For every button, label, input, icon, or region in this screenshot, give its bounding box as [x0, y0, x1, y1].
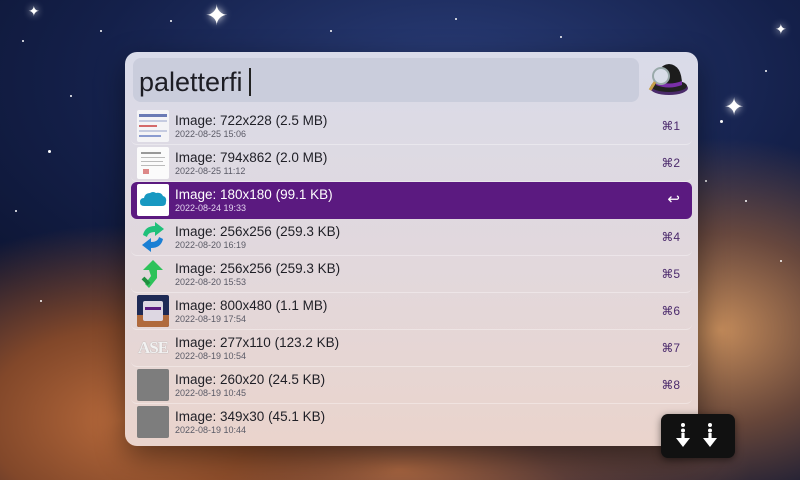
- result-row[interactable]: ASE Image: 277x110 (123.2 KB) 2022-08-19…: [131, 330, 692, 367]
- result-title: Image: 277x110 (123.2 KB): [175, 335, 340, 350]
- result-date: 2022-08-25 15:06: [175, 129, 247, 139]
- result-title: Image: 180x180 (99.1 KB): [175, 187, 333, 202]
- result-date: 2022-08-19 10:54: [175, 351, 247, 361]
- result-shortcut: ⌘6: [661, 304, 680, 318]
- salesforce-cloud-icon: [137, 184, 169, 216]
- result-row[interactable]: Image: 260x20 (24.5 KB) 2022-08-19 10:45…: [131, 367, 692, 404]
- result-title: Image: 800x480 (1.1 MB): [175, 298, 328, 313]
- gray-swatch-thumbnail: [137, 369, 169, 401]
- ase-text-thumbnail: ASE: [137, 332, 169, 364]
- result-row[interactable]: Image: 722x228 (2.5 MB) 2022-08-25 15:06…: [131, 108, 692, 145]
- result-row[interactable]: Image: 794x862 (2.0 MB) 2022-08-25 11:12…: [131, 145, 692, 182]
- result-title: Image: 722x228 (2.5 MB): [175, 113, 328, 128]
- results-list: Image: 722x228 (2.5 MB) 2022-08-25 15:06…: [125, 108, 698, 440]
- result-row[interactable]: Image: 256x256 (259.3 KB) 2022-08-20 15:…: [131, 256, 692, 293]
- search-field[interactable]: paletterfi: [133, 58, 639, 102]
- green-merge-arrow-icon: [137, 258, 169, 290]
- space-screenshot-thumbnail: [137, 295, 169, 327]
- result-title: Image: 349x30 (45.1 KB): [175, 409, 326, 424]
- result-shortcut: ⌘8: [661, 378, 680, 392]
- launcher-panel: paletterfi Image: 722x228 (2.5 MB) 2022-…: [125, 52, 698, 446]
- document-thumbnail: [137, 147, 169, 179]
- text-caret: [248, 68, 251, 96]
- return-key-icon: ↩: [667, 191, 680, 208]
- result-shortcut: ⌘4: [661, 230, 680, 244]
- result-title: Image: 256x256 (259.3 KB): [175, 224, 341, 239]
- result-date: 2022-08-24 19:33: [175, 203, 247, 213]
- result-date: 2022-08-20 15:53: [175, 277, 247, 287]
- result-row[interactable]: Image: 256x256 (259.3 KB) 2022-08-20 16:…: [131, 219, 692, 256]
- ase-text: ASE: [137, 338, 169, 357]
- gray-swatch-thumbnail: [137, 406, 169, 438]
- result-shortcut: ⌘1: [661, 119, 680, 133]
- result-title: Image: 794x862 (2.0 MB): [175, 150, 328, 165]
- double-download-arrow-icon: [676, 423, 717, 447]
- download-button[interactable]: [661, 414, 735, 458]
- result-shortcut: ⌘5: [661, 267, 680, 281]
- result-title: Image: 260x20 (24.5 KB): [175, 372, 326, 387]
- result-row[interactable]: Image: 349x30 (45.1 KB) 2022-08-19 10:44…: [131, 404, 692, 440]
- result-date: 2022-08-20 16:19: [175, 240, 247, 250]
- screenshot-thumbnail: [137, 110, 169, 142]
- green-blue-arrows-icon: [137, 221, 169, 253]
- result-title: Image: 256x256 (259.3 KB): [175, 261, 341, 276]
- result-date: 2022-08-19 17:54: [175, 314, 247, 324]
- result-row[interactable]: Image: 800x480 (1.1 MB) 2022-08-19 17:54…: [131, 293, 692, 330]
- result-row-selected[interactable]: Image: 180x180 (99.1 KB) 2022-08-24 19:3…: [131, 182, 692, 219]
- result-shortcut: ⌘2: [661, 156, 680, 170]
- result-shortcut: ⌘7: [661, 341, 680, 355]
- alfred-hat-icon[interactable]: [647, 59, 689, 99]
- result-date: 2022-08-19 10:44: [175, 425, 247, 435]
- result-date: 2022-08-25 11:12: [175, 166, 246, 176]
- result-date: 2022-08-19 10:45: [175, 388, 247, 398]
- search-query: paletterfi: [139, 67, 243, 97]
